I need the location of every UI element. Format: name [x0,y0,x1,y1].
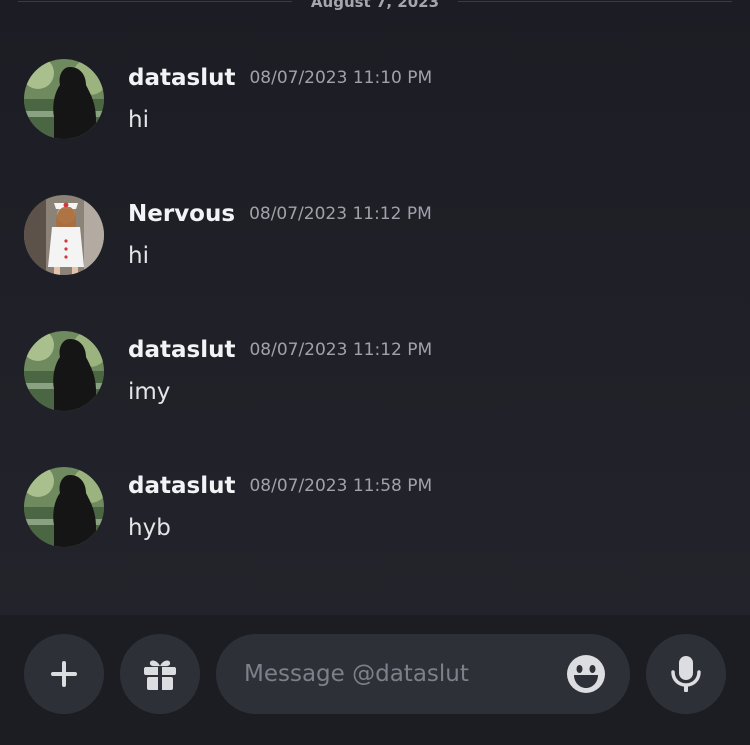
message-text: hi [128,243,149,269]
hooded-figure-avatar-image [24,331,104,411]
emoji-icon [567,655,605,693]
nurse-avatar-image [24,195,104,275]
date-divider: August 7, 2023 [18,0,732,12]
avatar-dataslut[interactable] [24,467,104,547]
message-composer [0,615,750,745]
message-text: imy [128,379,171,405]
username[interactable]: Nervous [128,201,235,227]
hooded-figure-avatar-image [24,59,104,139]
message-header: dataslut 08/07/2023 11:12 PM [128,337,432,369]
message-text: hi [128,107,149,133]
message-input[interactable] [244,654,544,694]
plus-icon [51,661,77,687]
message-list: August 7, 2023 dataslut 08/07/2023 11:10 … [0,0,750,615]
hooded-figure-avatar-image [24,467,104,547]
timestamp: 08/07/2023 11:58 PM [249,476,433,496]
gift-nitro-button[interactable] [120,634,200,714]
microphone-icon [671,656,701,692]
message-input-container[interactable] [216,634,630,714]
message-item: dataslut 08/07/2023 11:10 PM hi [24,59,724,141]
message-item: dataslut 08/07/2023 11:58 PM hyb [24,467,724,549]
username[interactable]: dataslut [128,473,235,499]
divider-line-left [18,1,292,2]
timestamp: 08/07/2023 11:12 PM [249,204,432,224]
timestamp: 08/07/2023 11:10 PM [249,68,433,88]
voice-message-button[interactable] [646,634,726,714]
message-header: Nervous 08/07/2023 11:12 PM [128,201,432,233]
gift-icon [144,660,176,690]
avatar-dataslut[interactable] [24,59,104,139]
timestamp: 08/07/2023 11:12 PM [249,340,433,360]
avatar-dataslut[interactable] [24,331,104,411]
date-divider-label: August 7, 2023 [310,0,440,11]
username[interactable]: dataslut [128,337,235,363]
message-item: dataslut 08/07/2023 11:12 PM imy [24,331,724,413]
add-attachment-button[interactable] [24,634,104,714]
message-header: dataslut 08/07/2023 11:10 PM [128,65,432,97]
message-text: hyb [128,515,171,541]
emoji-button[interactable] [566,654,606,694]
message-header: dataslut 08/07/2023 11:58 PM [128,473,432,505]
divider-line-right [458,1,732,2]
username[interactable]: dataslut [128,65,235,91]
message-item: Nervous 08/07/2023 11:12 PM hi [24,195,724,277]
avatar-nervous[interactable] [24,195,104,275]
